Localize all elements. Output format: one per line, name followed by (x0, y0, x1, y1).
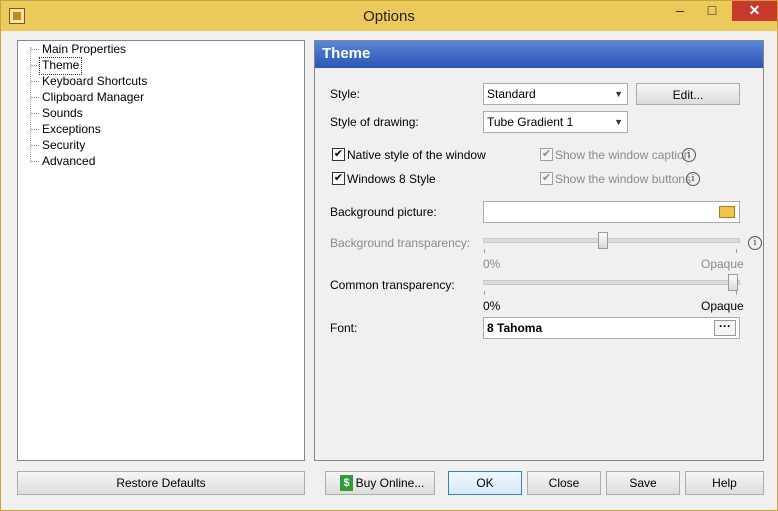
show-caption-label: Show the window caption (555, 148, 691, 162)
close-window-button[interactable]: ✕ (732, 1, 777, 21)
native-style-checkbox[interactable]: ✔ (332, 148, 345, 161)
tree-item-clipboard-manager[interactable]: Clipboard Manager (40, 89, 146, 105)
tree-connector (31, 145, 39, 146)
background-transparency-max: Opaque (701, 257, 744, 271)
minimize-button[interactable]: – (666, 1, 694, 21)
info-icon[interactable]: i (686, 172, 700, 186)
tree-item-exceptions[interactable]: Exceptions (40, 121, 103, 137)
info-icon[interactable]: i (748, 236, 762, 250)
drawing-style-value: Tube Gradient 1 (487, 115, 574, 129)
chevron-down-icon: ▼ (614, 89, 623, 99)
maximize-button[interactable]: □ (698, 1, 726, 21)
common-transparency-max: Opaque (701, 299, 744, 313)
slider-tick (484, 291, 485, 295)
drawing-style-label: Style of drawing: (330, 115, 419, 129)
style-label: Style: (330, 87, 361, 101)
style-select-value: Standard (487, 87, 536, 101)
close-button[interactable]: Close (527, 471, 601, 495)
font-picker-button[interactable]: ··· (714, 320, 736, 336)
native-style-label[interactable]: Native style of the window (347, 148, 486, 162)
tree-connector (31, 65, 39, 66)
panel-body: Style: Standard ▼ Edit... Style of drawi… (315, 68, 763, 460)
tree-connector (31, 161, 39, 162)
tree-connector (31, 49, 39, 50)
info-icon[interactable]: i (682, 148, 696, 162)
tree-item-sounds[interactable]: Sounds (40, 105, 85, 121)
background-transparency-label: Background transparency: (330, 236, 471, 250)
common-transparency-label: Common transparency: (330, 278, 455, 292)
drawing-style-select[interactable]: Tube Gradient 1 ▼ (483, 111, 628, 133)
options-tree[interactable]: Main Properties Theme Keyboard Shortcuts… (17, 40, 305, 461)
font-value: 8 Tahoma (487, 321, 543, 335)
tree-connector (31, 81, 39, 82)
panel-header: Theme (315, 41, 763, 68)
background-transparency-thumb[interactable] (598, 232, 609, 249)
show-caption-checkbox[interactable]: ✔ (540, 148, 553, 161)
tree-item-advanced[interactable]: Advanced (40, 153, 97, 169)
common-transparency-thumb[interactable] (728, 274, 738, 291)
tree-item-security[interactable]: Security (40, 137, 87, 153)
tree-item-keyboard-shortcuts[interactable]: Keyboard Shortcuts (40, 73, 149, 89)
windows8-style-checkbox[interactable]: ✔ (332, 172, 345, 185)
ok-button[interactable]: OK (448, 471, 522, 495)
slider-tick (736, 249, 737, 253)
background-picture-field[interactable] (483, 201, 740, 223)
window-title: Options (363, 8, 415, 25)
common-transparency-slider[interactable] (483, 280, 740, 285)
font-field[interactable]: 8 Tahoma ··· (483, 317, 740, 339)
dollar-icon: $ (340, 475, 353, 491)
edit-style-button[interactable]: Edit... (636, 83, 740, 105)
save-button[interactable]: Save (606, 471, 680, 495)
title-bar[interactable]: Options – □ ✕ (1, 1, 777, 31)
slider-tick (736, 291, 737, 295)
tree-connector (31, 97, 39, 98)
background-transparency-slider[interactable] (483, 238, 740, 243)
buy-online-button[interactable]: $ Buy Online... (325, 471, 435, 495)
chevron-down-icon: ▼ (614, 117, 623, 127)
tree-item-main-properties[interactable]: Main Properties (40, 41, 128, 57)
theme-panel: Theme Style: Standard ▼ Edit... Style of… (314, 40, 764, 461)
slider-tick (484, 249, 485, 253)
show-buttons-checkbox[interactable]: ✔ (540, 172, 553, 185)
options-window: Options – □ ✕ Main Properties Theme Keyb… (0, 0, 778, 511)
tree-connector (31, 113, 39, 114)
common-transparency-min: 0% (483, 299, 501, 313)
tree-connector (31, 129, 39, 130)
windows8-style-label[interactable]: Windows 8 Style (347, 172, 436, 186)
restore-defaults-button[interactable]: Restore Defaults (17, 471, 305, 495)
background-transparency-min: 0% (483, 257, 501, 271)
background-picture-label: Background picture: (330, 205, 437, 219)
help-button[interactable]: Help (685, 471, 764, 495)
folder-open-icon[interactable] (719, 206, 735, 218)
font-label: Font: (330, 321, 358, 335)
style-select[interactable]: Standard ▼ (483, 83, 628, 105)
show-buttons-label: Show the window buttons (555, 172, 692, 186)
